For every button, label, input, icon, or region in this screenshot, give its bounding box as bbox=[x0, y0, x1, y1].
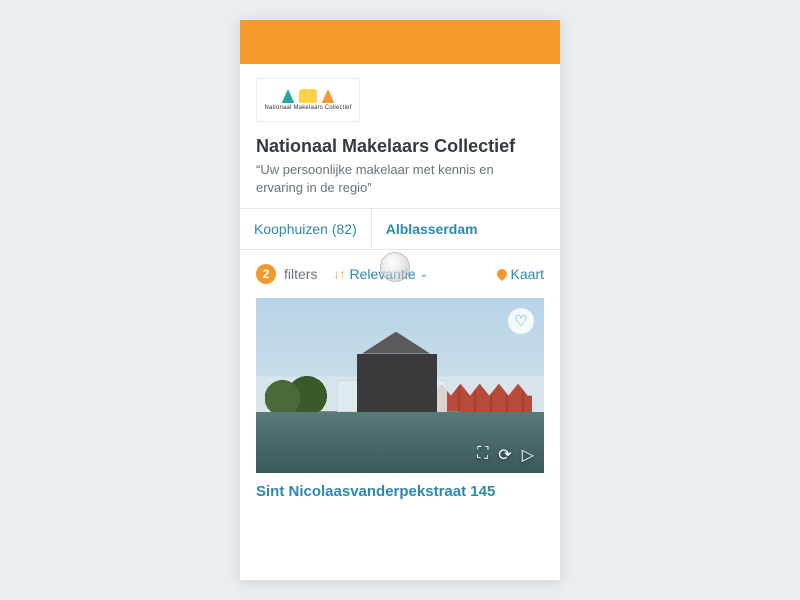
media-controls: ⛶ ⟳ ▷ bbox=[477, 445, 534, 465]
play-icon[interactable]: ▷ bbox=[522, 445, 534, 465]
logo-shape bbox=[279, 89, 297, 103]
listing-title[interactable]: Sint Nicolaasvanderpekstraat 145 bbox=[256, 473, 544, 500]
logo-container: Nationaal Makelaars Collectief bbox=[240, 64, 560, 128]
logo-shape bbox=[319, 89, 337, 103]
chevron-down-icon: ⌄ bbox=[420, 269, 428, 280]
map-button[interactable]: Kaart bbox=[497, 266, 544, 282]
brand-logo[interactable]: Nationaal Makelaars Collectief bbox=[256, 78, 360, 122]
sort-label: Relevantie bbox=[349, 266, 415, 282]
company-tagline: “Uw persoonlijke makelaar met kennis en … bbox=[256, 161, 544, 196]
sort-icon: ↓↑ bbox=[333, 268, 345, 280]
logo-caption: Nationaal Makelaars Collectief bbox=[264, 105, 351, 111]
mobile-viewport: Nationaal Makelaars Collectief Nationaal… bbox=[240, 20, 560, 580]
photo-decor bbox=[357, 354, 437, 414]
tab-koophuizen[interactable]: Koophuizen (82) bbox=[240, 209, 372, 249]
map-pin-icon bbox=[494, 267, 508, 281]
sort-button[interactable]: ↓↑ Relevantie ⌄ bbox=[333, 266, 428, 282]
top-bar bbox=[240, 20, 560, 64]
content-scroll[interactable]: Nationaal Makelaars Collectief Nationaal… bbox=[240, 64, 560, 580]
filters-button[interactable]: 2 filters bbox=[256, 264, 317, 284]
filter-count-badge: 2 bbox=[256, 264, 276, 284]
rotate-icon[interactable]: ⟳ bbox=[498, 445, 511, 465]
toolbar: 2 filters ↓↑ Relevantie ⌄ Kaart bbox=[240, 250, 560, 298]
listing-card[interactable]: ♡ ⛶ ⟳ ▷ Sint Nicolaasvanderpekstraat 145 bbox=[256, 298, 544, 500]
photo-decor bbox=[265, 374, 335, 414]
tab-location[interactable]: Alblasserdam bbox=[372, 209, 492, 249]
expand-icon[interactable]: ⛶ bbox=[477, 445, 488, 465]
listing-photo[interactable]: ♡ ⛶ ⟳ ▷ bbox=[256, 298, 544, 473]
photo-decor bbox=[351, 332, 441, 354]
filters-label: filters bbox=[284, 266, 317, 282]
favorite-button[interactable]: ♡ bbox=[508, 308, 534, 334]
company-header: Nationaal Makelaars Collectief “Uw perso… bbox=[240, 128, 560, 208]
tab-bar: Koophuizen (82) Alblasserdam bbox=[240, 208, 560, 250]
company-name: Nationaal Makelaars Collectief bbox=[256, 136, 544, 157]
map-label: Kaart bbox=[511, 266, 544, 282]
logo-shape bbox=[299, 89, 317, 103]
heart-icon: ♡ bbox=[514, 312, 527, 330]
